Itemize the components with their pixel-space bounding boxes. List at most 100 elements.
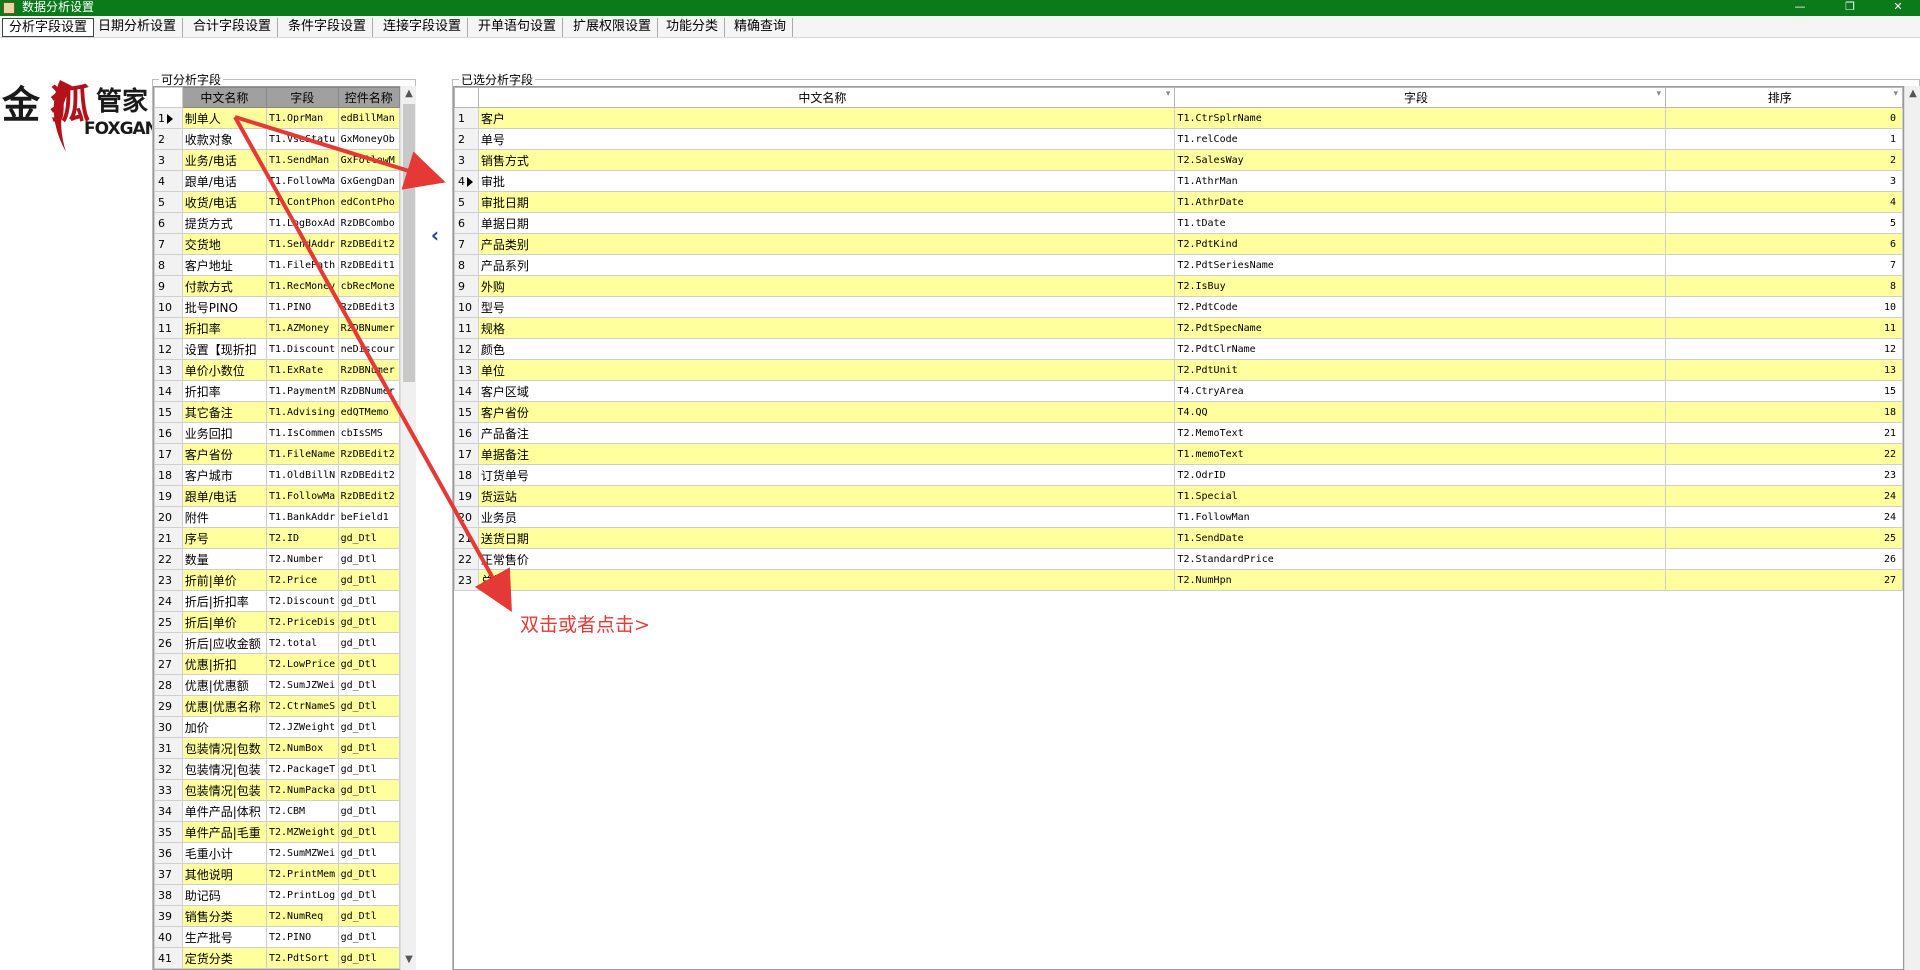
row-number[interactable]: 28 <box>154 674 183 696</box>
cell-order[interactable]: 2 <box>1665 149 1903 171</box>
cell-name[interactable]: 颜色 <box>477 338 1176 360</box>
row-number[interactable]: 6 <box>454 212 479 234</box>
cell-field[interactable]: T1.tDate <box>1174 212 1667 234</box>
cell-field[interactable]: T1.OprMan <box>265 107 339 129</box>
cell-field[interactable]: T2.NumBox <box>265 737 339 759</box>
row-number[interactable]: 5 <box>154 191 183 213</box>
cell-field[interactable]: T1.ExRate <box>265 359 339 381</box>
cell-field[interactable]: T2.NumReq <box>265 905 339 927</box>
cell-field[interactable]: T2.NumPacka <box>265 779 339 801</box>
cell-name[interactable]: 业务回扣 <box>181 422 267 444</box>
scroll-up-icon[interactable]: ▲ <box>401 86 417 102</box>
cell-field[interactable]: T2.SumJZWei <box>265 674 339 696</box>
cell-control[interactable]: cbRecMone <box>337 275 400 297</box>
cell-name[interactable]: 收款对象 <box>181 128 267 150</box>
table-row[interactable]: 5 审批日期 T1.AthrDate 4 <box>454 191 1903 213</box>
cell-field[interactable]: T1.IsCommen <box>265 422 339 444</box>
cell-name[interactable]: 数量 <box>181 548 267 570</box>
cell-field[interactable]: T2.PrintLog <box>265 884 339 906</box>
cell-control[interactable]: RzDBEdit2 <box>337 233 400 255</box>
cell-order[interactable]: 25 <box>1665 527 1903 549</box>
cell-name[interactable]: 客户城市 <box>181 464 267 486</box>
cell-name[interactable]: 其它备注 <box>181 401 267 423</box>
cell-field[interactable]: T2.LowPrice <box>265 653 339 675</box>
cell-control[interactable]: RzDBEdit3 <box>337 296 400 318</box>
cell-name[interactable]: 产品类别 <box>477 233 1176 255</box>
table-row[interactable]: 31 包装情况|包数 T2.NumBox gd_Dtl <box>154 737 400 759</box>
table-row[interactable]: 10 型号 T2.PdtCode 10 <box>454 296 1903 318</box>
cell-order[interactable]: 12 <box>1665 338 1903 360</box>
cell-name[interactable]: 产品备注 <box>477 422 1176 444</box>
cell-name[interactable]: 单据备注 <box>477 443 1176 465</box>
cell-control[interactable]: gd_Dtl <box>337 548 400 570</box>
table-row[interactable]: 9 付款方式 T1.RecMoney cbRecMone <box>154 275 400 297</box>
cell-field[interactable]: T1.AthrDate <box>1174 191 1667 213</box>
row-number[interactable]: 18 <box>154 464 183 486</box>
row-number[interactable]: 17 <box>454 443 479 465</box>
cell-field[interactable]: T4.QQ <box>1174 401 1667 423</box>
cell-field[interactable]: T2.MZWeight <box>265 821 339 843</box>
row-number[interactable]: 13 <box>154 359 183 381</box>
cell-name[interactable]: 正常售价 <box>477 548 1176 570</box>
tab-sum-settings[interactable]: 合计字段设置 <box>187 18 279 37</box>
cell-field[interactable]: T2.JZWeight <box>265 716 339 738</box>
cell-name[interactable]: 附件 <box>181 506 267 528</box>
cell-name[interactable]: 优惠|优惠名称 <box>181 695 267 717</box>
cell-field[interactable]: T1.SendAddr <box>265 233 339 255</box>
cell-field[interactable]: T2.NumHpn <box>1174 569 1667 591</box>
table-row[interactable]: 39 销售分类 T2.NumReq gd_Dtl <box>154 905 400 927</box>
cell-name[interactable]: 总量 <box>477 569 1176 591</box>
cell-field[interactable]: T2.PdtClrName <box>1174 338 1667 360</box>
tab-condition-settings[interactable]: 条件字段设置 <box>282 18 374 37</box>
cell-field[interactable]: T1.SendMan <box>265 149 339 171</box>
table-row[interactable]: 15 其它备注 T1.Advising edQTMemo <box>154 401 400 423</box>
cell-name[interactable]: 包装情况|包数 <box>181 737 267 759</box>
row-number[interactable]: 30 <box>154 716 183 738</box>
cell-control[interactable]: gd_Dtl <box>337 758 400 780</box>
cell-order[interactable]: 5 <box>1665 212 1903 234</box>
table-row[interactable]: 13 单位 T2.PdtUnit 13 <box>454 359 1903 381</box>
row-number[interactable]: 15 <box>154 401 183 423</box>
cell-name[interactable]: 型号 <box>477 296 1176 318</box>
cell-control[interactable]: gd_Dtl <box>337 863 400 885</box>
cell-order[interactable]: 24 <box>1665 506 1903 528</box>
cell-name[interactable]: 设置【现折扣 <box>181 338 267 360</box>
cell-field[interactable]: T1.Special <box>1174 485 1667 507</box>
row-number[interactable]: 9 <box>454 275 479 297</box>
row-number[interactable]: 10 <box>154 296 183 318</box>
cell-order[interactable]: 0 <box>1665 107 1903 129</box>
table-row[interactable]: 32 包装情况|包装 T2.PackageT gd_Dtl <box>154 758 400 780</box>
cell-name[interactable]: 优惠|折扣 <box>181 653 267 675</box>
close-icon[interactable]: ✕ <box>1878 0 1918 16</box>
table-row[interactable]: 19 货运站 T1.Special 24 <box>454 485 1903 507</box>
cell-name[interactable]: 付款方式 <box>181 275 267 297</box>
cell-name[interactable]: 销售方式 <box>477 149 1176 171</box>
table-row[interactable]: 14 客户区域 T4.CtryArea 15 <box>454 380 1903 402</box>
row-number[interactable]: 21 <box>454 527 479 549</box>
table-row[interactable]: 9 外购 T2.IsBuy 8 <box>454 275 1903 297</box>
cell-field[interactable]: T2.PdtSeriesName <box>1174 254 1667 276</box>
tab-permission-settings[interactable]: 扩展权限设置 <box>567 18 659 37</box>
row-number[interactable]: 20 <box>154 506 183 528</box>
row-number[interactable]: 5 <box>454 191 479 213</box>
cell-name[interactable]: 客户 <box>477 107 1176 129</box>
row-number[interactable]: 13 <box>454 359 479 381</box>
row-number[interactable]: 8 <box>154 254 183 276</box>
minimize-icon[interactable]: — <box>1780 0 1820 16</box>
cell-field[interactable]: T2.SalesWay <box>1174 149 1667 171</box>
cell-control[interactable]: gd_Dtl <box>337 779 400 801</box>
sort-icon[interactable]: ▾ <box>1166 89 1171 99</box>
table-row[interactable]: 17 单据备注 T1.memoText 22 <box>454 443 1903 465</box>
row-number[interactable]: 41 <box>154 947 183 969</box>
row-number[interactable]: 14 <box>154 380 183 402</box>
cell-field[interactable]: T2.PdtSpecName <box>1174 317 1667 339</box>
table-row[interactable]: 36 毛重小计 T2.SumMZWei gd_Dtl <box>154 842 400 864</box>
cell-order[interactable]: 7 <box>1665 254 1903 276</box>
cell-field[interactable]: T1.Discount <box>265 338 339 360</box>
cell-name[interactable]: 业务员 <box>477 506 1176 528</box>
cell-field[interactable]: T2.total <box>265 632 339 654</box>
table-row[interactable]: 19 跟单/电话 T1.FollowMa RzDBEdit2 <box>154 485 400 507</box>
cell-field[interactable]: T1.OldBillN <box>265 464 339 486</box>
row-number[interactable]: 19 <box>154 485 183 507</box>
cell-field[interactable]: T2.PriceDis <box>265 611 339 633</box>
